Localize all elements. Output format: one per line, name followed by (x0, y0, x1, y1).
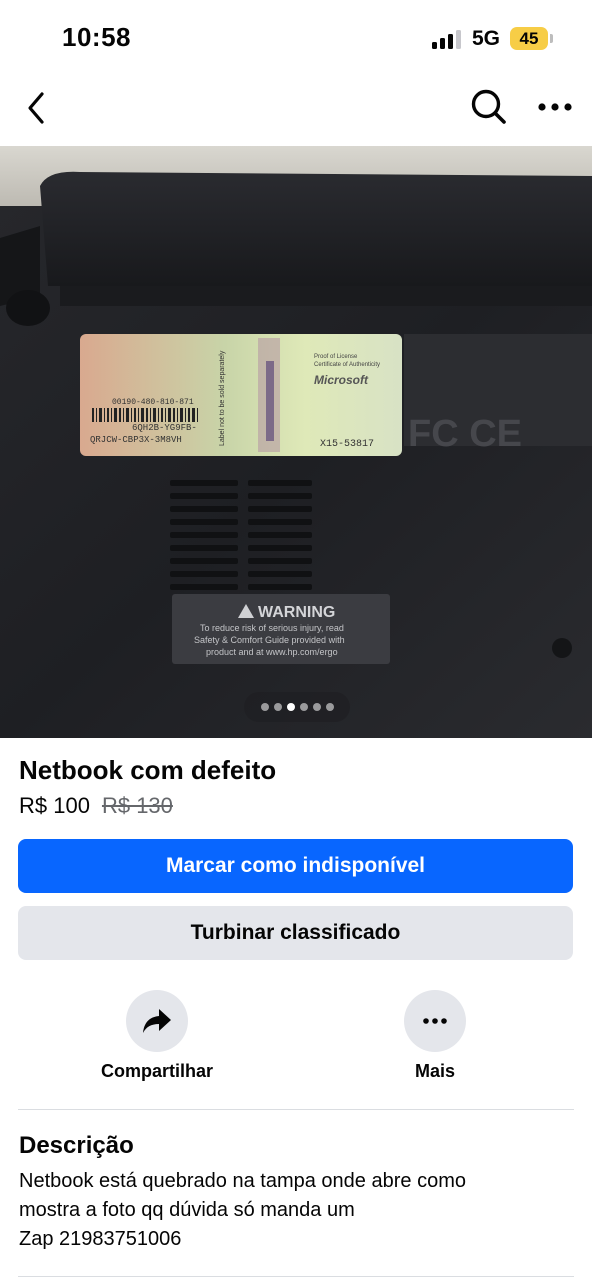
boost-listing-button[interactable]: Turbinar classificado (18, 906, 573, 960)
description-heading: Descrição (19, 1132, 134, 1159)
signal-strength-icon (432, 30, 462, 49)
more-button[interactable] (404, 990, 466, 1052)
more-label: Mais (414, 1061, 456, 1081)
search-button[interactable] (466, 84, 512, 130)
sticker-key-2: QRJCW-CBP3X-3M8VH (90, 435, 182, 445)
coa-sticker: 00190-480-810-871 6QH2B-YG9FB- QRJCW-CBP… (80, 334, 402, 456)
pager-dot[interactable] (325, 703, 334, 711)
pager-dot[interactable] (260, 703, 269, 711)
status-time: 10:58 (62, 22, 131, 52)
sticker-serial: X15-53817 (320, 439, 374, 450)
pager-dot[interactable] (286, 703, 295, 711)
pager-dot[interactable] (312, 703, 321, 711)
warning-line-2: Safety & Comfort Guide provided with (194, 635, 345, 645)
divider (18, 1276, 574, 1277)
warning-title: WARNING (258, 604, 335, 621)
back-button[interactable] (14, 86, 58, 130)
sticker-code: 00190-480-810-871 (112, 398, 194, 407)
more-horizontal-icon (423, 1018, 447, 1024)
sticker-proof: Proof of License (314, 354, 358, 360)
share-action[interactable]: Compartilhar (82, 990, 232, 1082)
warning-label: WARNING To reduce risk of serious injury… (172, 594, 390, 664)
search-icon (471, 89, 506, 124)
listing-title: Netbook com defeito (19, 755, 277, 785)
mark-unavailable-button[interactable]: Marcar como indisponível (18, 839, 573, 893)
pager-dot[interactable] (273, 703, 282, 711)
more-options-button[interactable] (532, 84, 578, 130)
sticker-brand: Microsoft (314, 373, 369, 387)
warning-line-1: To reduce risk of serious injury, read (200, 623, 344, 633)
battery-icon: 45 (510, 27, 548, 50)
listing-price: R$ 100 (19, 793, 90, 818)
divider (18, 1109, 574, 1110)
share-arrow-icon (143, 1009, 171, 1033)
sticker-coa: Certificate of Authenticity (314, 362, 380, 368)
sticker-key-1: 6QH2B-YG9FB- (132, 423, 197, 433)
share-button[interactable] (126, 990, 188, 1052)
warning-line-3: product and at www.hp.com/ergo (206, 647, 338, 657)
top-navigation (0, 80, 592, 146)
share-label: Compartilhar (100, 1061, 214, 1081)
battery-tip (550, 34, 553, 43)
cert-marks: FC CE (408, 413, 522, 455)
price-row: R$ 100 R$ 130 (19, 793, 173, 819)
network-type: 5G (472, 27, 501, 50)
battery-level: 45 (519, 29, 539, 48)
photo-pager[interactable] (244, 692, 350, 722)
pager-dot[interactable] (299, 703, 308, 711)
more-horizontal-icon (538, 103, 572, 111)
netbook-photo-image: 00190-480-810-871 6QH2B-YG9FB- QRJCW-CBP… (0, 146, 592, 738)
listing-photo[interactable]: 00190-480-810-871 6QH2B-YG9FB- QRJCW-CBP… (0, 146, 592, 738)
sticker-side-note: Label not to be sold separately (219, 350, 226, 446)
more-action[interactable]: Mais (360, 990, 510, 1082)
original-price: R$ 130 (101, 793, 173, 818)
chevron-left-icon (28, 92, 44, 124)
status-bar: 10:58 5G 45 (0, 0, 592, 80)
description-text: Netbook está quebrado na tampa onde abre… (19, 1170, 466, 1250)
